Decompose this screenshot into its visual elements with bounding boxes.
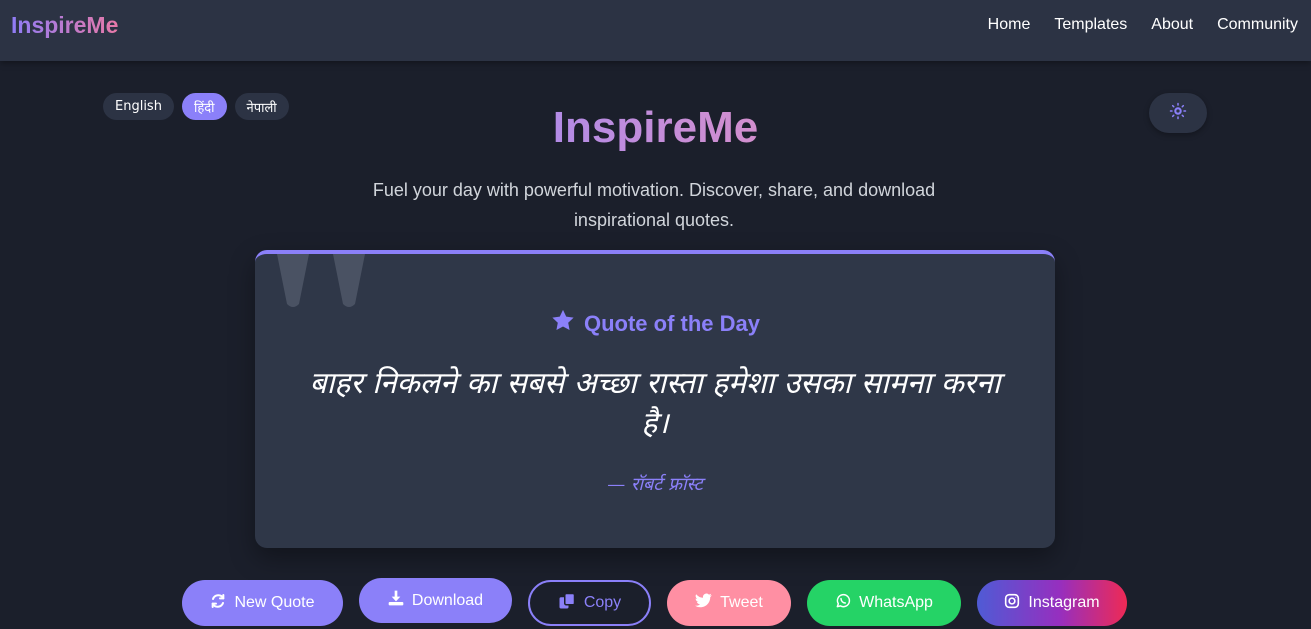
copy-button[interactable]: Copy (528, 580, 651, 626)
quote-of-the-day-label: Quote of the Day (583, 310, 760, 336)
nav-links: Home Templates About Community (988, 16, 1298, 34)
nav-link-home[interactable]: Home (988, 16, 1031, 34)
new-quote-label: New Quote (234, 594, 315, 611)
new-quote-button[interactable]: New Quote (182, 580, 343, 626)
download-button[interactable]: Download (359, 578, 512, 623)
tweet-label: Tweet (720, 594, 763, 611)
copy-label: Copy (583, 594, 622, 611)
whatsapp-label: WhatsApp (859, 594, 933, 611)
hero-subtitle: Fuel your day with powerful motivation. … (372, 180, 936, 230)
whatsapp-icon (835, 593, 851, 614)
quote-author: — रॉबर्ट फ्रॉस्ट (607, 474, 703, 495)
instagram-label: Instagram (1028, 594, 1100, 611)
nav-link-community[interactable]: Community (1217, 16, 1298, 34)
copy-icon (558, 592, 576, 615)
instagram-button[interactable]: Instagram (977, 580, 1127, 626)
nav-link-templates[interactable]: Templates (1054, 16, 1127, 34)
instagram-icon (1004, 593, 1020, 614)
nav-link-about[interactable]: About (1151, 16, 1193, 34)
refresh-icon (210, 593, 226, 614)
download-label: Download (411, 591, 484, 609)
star-icon (550, 308, 576, 339)
whatsapp-button[interactable]: WhatsApp (807, 580, 961, 626)
quote-text: बाहर निकलने का सबसे अच्छा रास्ता हमेशा उ… (309, 366, 1001, 441)
twitter-icon (695, 593, 712, 613)
quote-card: Quote of the Day बाहर निकलने का सबसे अच्… (255, 250, 1055, 548)
brand-logo[interactable]: InspireMe (11, 12, 118, 39)
hero-title: InspireMe (552, 103, 759, 152)
quote-of-the-day-heading: Quote of the Day (255, 308, 1055, 339)
top-navbar: InspireMe Home Templates About Community (0, 0, 1311, 61)
download-icon (388, 590, 404, 611)
tweet-button[interactable]: Tweet (667, 580, 791, 626)
